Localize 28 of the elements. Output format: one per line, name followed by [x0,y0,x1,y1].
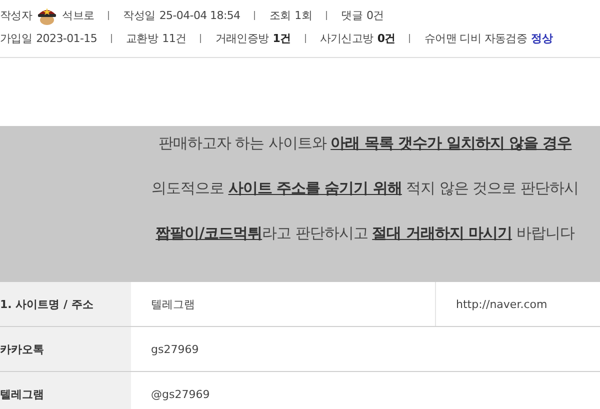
row-label: 1. 사이트명 / 주소 [0,282,131,326]
table-cell: gs27969 [131,326,600,372]
meta-label: 거래인증방 [215,31,269,46]
meta-label: 슈어맨 디비 자동검증 [424,31,528,46]
meta-value: 0건 [366,8,384,23]
meta-value: 0건 [377,31,396,46]
meta-value: 1회 [294,8,312,23]
table-cell: 텔레그램 [131,282,436,326]
meta-value: 2023-01-15 [36,32,98,45]
row-label: 카카오톡 [0,326,131,372]
meta-label: 작성일 [123,8,156,23]
meta-value: 1건 [272,31,291,46]
notice-text: 의도적으로 사이트 주소를 숨기기 위해 적지 않은 것으로 판단하시 [150,179,580,197]
meta-label: 사기신고방 [320,31,374,46]
meta-label: 댓글 [341,8,362,23]
meta-label: 작성자 [0,8,32,23]
notice-text: 판매하고자 하는 사이트와 아래 목록 갯수가 일치하지 않을 경우 [157,134,573,152]
author-name: 석브로 [62,8,94,23]
table-cell: @gs27969 [131,372,600,409]
meta-value: 25-04-04 18:54 [159,9,240,22]
row-label: 텔레그램 [0,372,131,409]
meta-label: 조회 [269,8,291,23]
status-text: 정상 [531,31,553,46]
meta-value: 11건 [162,31,186,46]
meta-label: 교환방 [126,31,158,46]
notice-text: 짭팔이/코드먹튀라고 판단하시고 절대 거래하지 마시기 바랍니다 [154,224,576,242]
meta-label: 가입일 [0,31,32,46]
table-cell: http://naver.com [436,282,600,326]
